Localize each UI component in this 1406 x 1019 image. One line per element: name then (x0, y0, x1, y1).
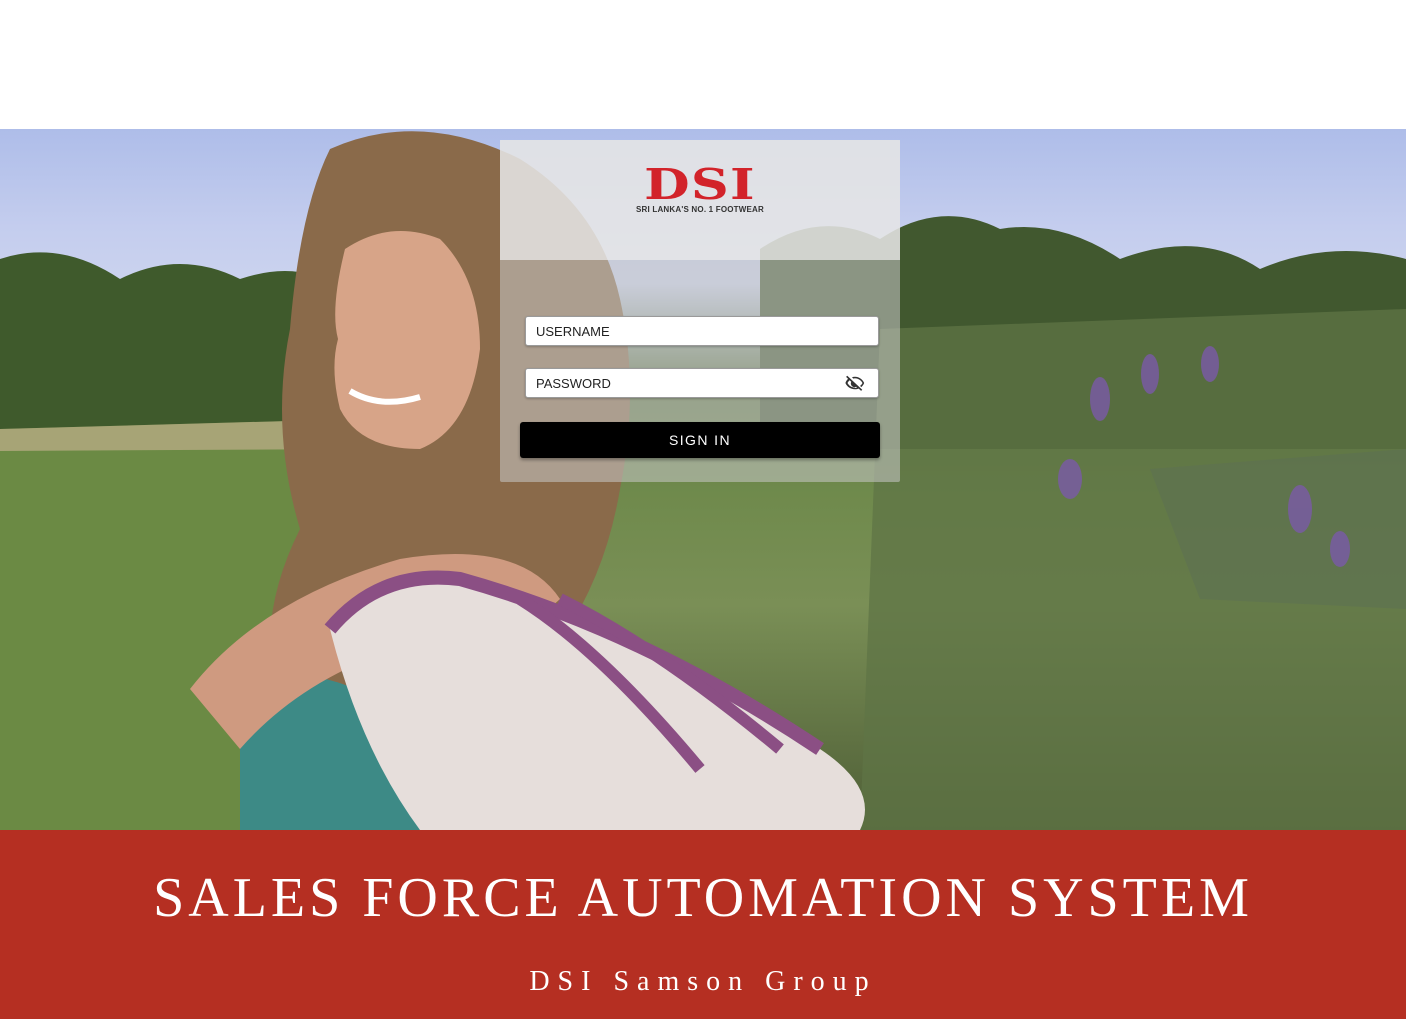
logo-area: DSI SRI LANKA'S NO. 1 FOOTWEAR (500, 140, 900, 260)
username-input[interactable] (526, 317, 836, 345)
company-name: DSI Samson Group (529, 966, 877, 997)
login-card: DSI SRI LANKA'S NO. 1 FOOTWEAR SIGN IN (500, 140, 900, 482)
brand-logo: DSI (644, 160, 756, 209)
top-bar (0, 0, 1406, 129)
eye-off-icon[interactable] (844, 373, 866, 393)
brand-tagline: SRI LANKA'S NO. 1 FOOTWEAR (636, 205, 764, 214)
password-input[interactable] (526, 369, 836, 397)
footer-banner: SALES FORCE AUTOMATION SYSTEM DSI Samson… (0, 830, 1406, 1019)
login-page: DSI SRI LANKA'S NO. 1 FOOTWEAR SIGN IN S… (0, 0, 1406, 1019)
system-title: SALES FORCE AUTOMATION SYSTEM (153, 867, 1253, 929)
username-field-wrapper (525, 316, 879, 346)
sign-in-button[interactable]: SIGN IN (520, 422, 880, 458)
password-field-wrapper (525, 368, 879, 398)
